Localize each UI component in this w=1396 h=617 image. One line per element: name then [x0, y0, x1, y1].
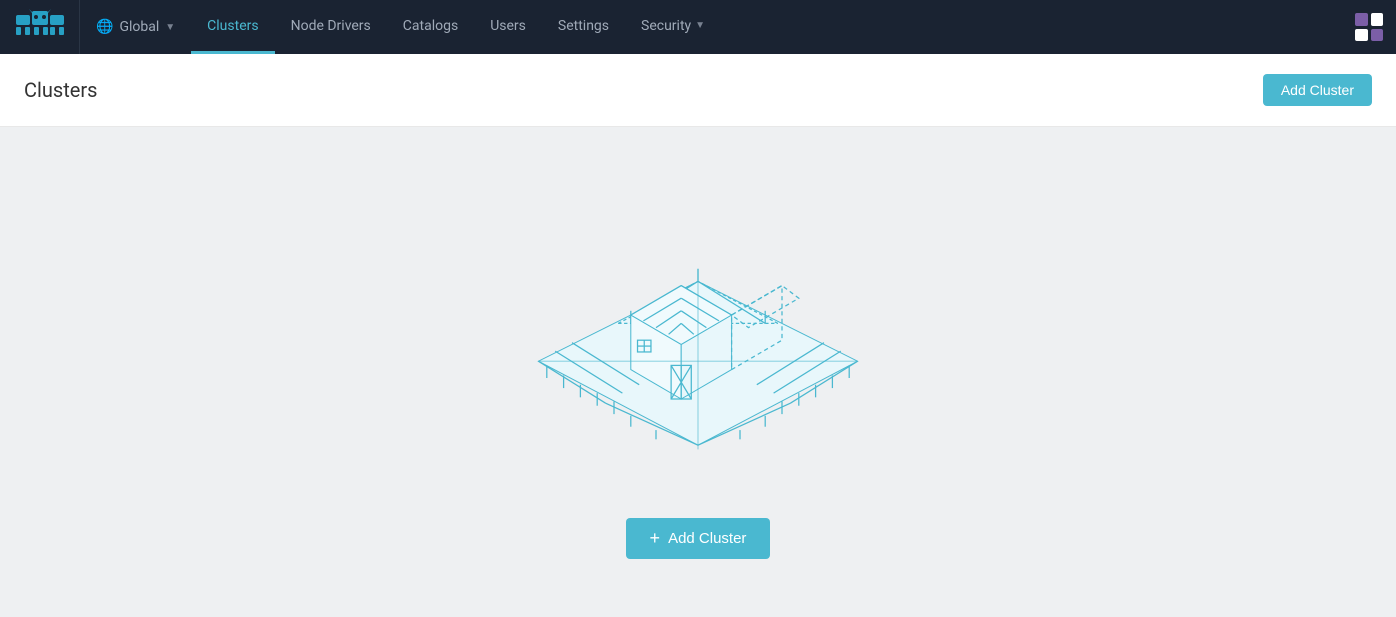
- rancher-logo-icon: [14, 9, 66, 45]
- page-title: Clusters: [24, 78, 97, 102]
- empty-add-cluster-label: Add Cluster: [668, 530, 746, 547]
- empty-state-illustration: .stroke-blue { stroke: #4ab8d0; fill: no…: [488, 186, 908, 486]
- globe-icon: 🌐: [96, 19, 113, 35]
- nav-item-node-drivers[interactable]: Node Drivers: [275, 0, 387, 54]
- navbar: 🌐 Global ▼ Clusters Node Drivers Catalog…: [0, 0, 1396, 54]
- chevron-down-icon: ▼: [165, 22, 175, 33]
- nav-item-catalogs[interactable]: Catalogs: [387, 0, 474, 54]
- nav-item-users[interactable]: Users: [474, 0, 542, 54]
- plus-icon: +: [650, 528, 661, 549]
- nav-item-settings[interactable]: Settings: [542, 0, 625, 54]
- empty-state: .stroke-blue { stroke: #4ab8d0; fill: no…: [488, 186, 908, 559]
- global-label: Global: [119, 19, 159, 35]
- global-menu[interactable]: 🌐 Global ▼: [80, 0, 191, 54]
- empty-add-cluster-button[interactable]: + Add Cluster: [626, 518, 771, 559]
- app-switcher-cell-2: [1371, 13, 1384, 26]
- app-switcher-cell-4: [1371, 29, 1384, 42]
- nav-items: 🌐 Global ▼ Clusters Node Drivers Catalog…: [80, 0, 1342, 54]
- page-header: Clusters Add Cluster: [0, 54, 1396, 127]
- app-switcher-cell-3: [1355, 29, 1368, 42]
- nav-item-clusters[interactable]: Clusters: [191, 0, 274, 54]
- main-content: .stroke-blue { stroke: #4ab8d0; fill: no…: [0, 127, 1396, 617]
- nav-item-security[interactable]: Security ▼: [625, 0, 721, 54]
- app-switcher-grid: [1355, 13, 1383, 41]
- add-cluster-button[interactable]: Add Cluster: [1263, 74, 1372, 106]
- app-switcher-cell-1: [1355, 13, 1368, 26]
- app-switcher-button[interactable]: [1342, 0, 1396, 54]
- nav-right: [1342, 0, 1396, 54]
- logo[interactable]: [0, 0, 80, 54]
- security-chevron-icon: ▼: [695, 20, 705, 31]
